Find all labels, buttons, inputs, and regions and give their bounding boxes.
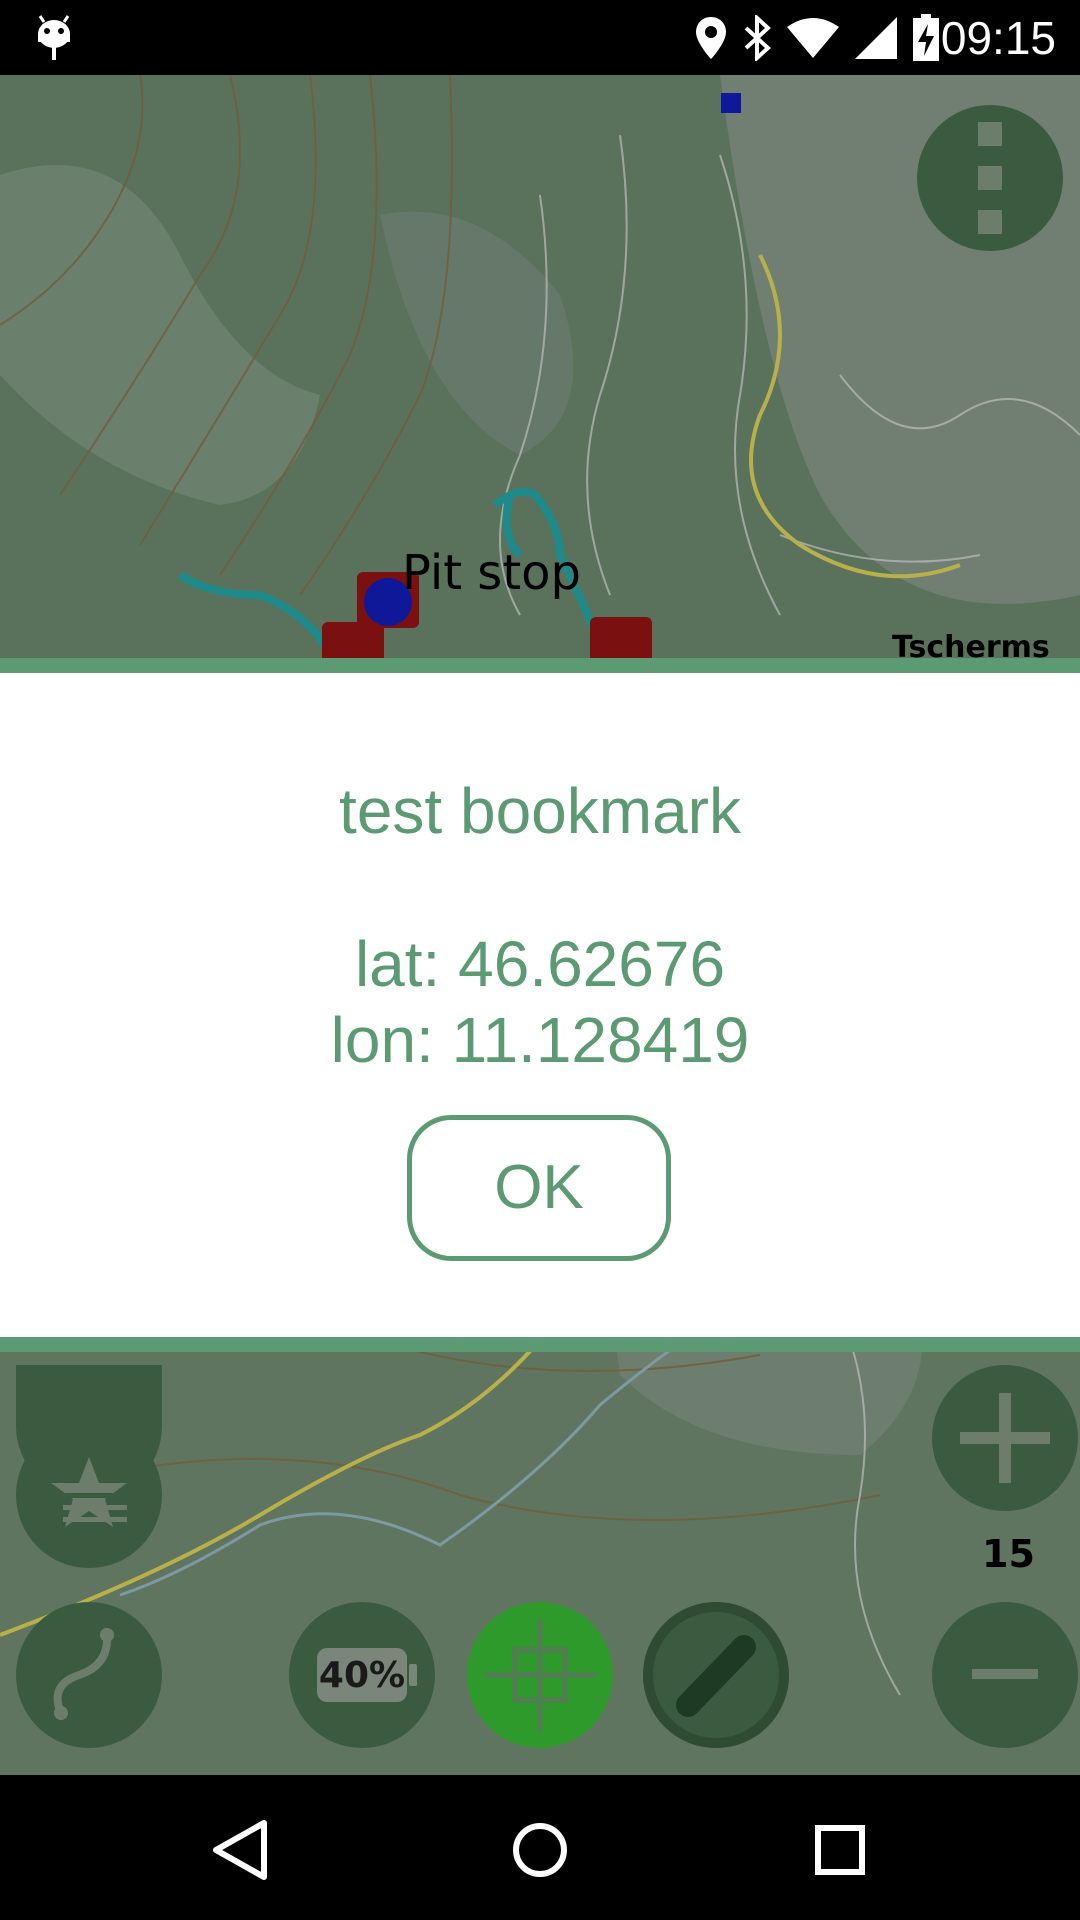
signal-icon — [855, 17, 897, 59]
bluetooth-icon — [744, 15, 771, 61]
longitude-text: lon: 11.128419 — [330, 1004, 750, 1076]
menu-button[interactable] — [917, 105, 1063, 251]
bookmark-dialog: test bookmark lat: 46.62676 lon: 11.1284… — [0, 658, 1080, 1352]
battery-level-label: 40% — [318, 1654, 406, 1696]
back-button[interactable] — [195, 1805, 285, 1895]
battery-button[interactable]: 40% — [289, 1602, 435, 1748]
ok-button[interactable]: OK — [407, 1115, 671, 1261]
pit-stop-label: Pit stop — [402, 545, 581, 601]
center-crosshair-button[interactable] — [467, 1602, 613, 1748]
dialog-title: test bookmark — [339, 775, 741, 847]
status-bar: 09:15 — [0, 0, 1080, 75]
star-list-icon — [51, 1457, 127, 1527]
minus-icon — [972, 1669, 1038, 1679]
plus-icon — [960, 1393, 1050, 1483]
pencil-icon — [676, 1635, 756, 1717]
track-button[interactable] — [16, 1602, 162, 1748]
back-icon — [213, 1820, 267, 1880]
crosshair-icon — [484, 1619, 596, 1731]
zoom-level-label: 15 — [982, 1532, 1035, 1576]
route-curve-icon — [53, 1628, 114, 1720]
android-debug-icon — [38, 15, 70, 60]
location-icon — [696, 17, 726, 59]
home-icon — [513, 1823, 567, 1877]
home-button[interactable] — [495, 1805, 585, 1895]
battery-charging-icon — [913, 14, 939, 61]
parking-icon — [721, 93, 741, 113]
edit-button[interactable] — [643, 1602, 789, 1748]
latitude-text: lat: 46.62676 — [354, 928, 726, 1000]
more-vert-icon — [978, 122, 1002, 234]
recents-button[interactable] — [795, 1805, 885, 1895]
bookmarks-button[interactable] — [16, 1422, 162, 1568]
battery-icon: 40% — [317, 1648, 417, 1702]
recents-icon — [815, 1825, 865, 1875]
wifi-icon — [787, 18, 839, 58]
navigation-bar — [0, 1775, 1080, 1920]
status-time: 09:15 — [940, 12, 1056, 64]
zoom-out-button[interactable] — [932, 1602, 1078, 1748]
zoom-in-button[interactable] — [932, 1365, 1078, 1511]
dialog-coordinates: lat: 46.62676 lon: 11.128419 — [0, 926, 1080, 1078]
